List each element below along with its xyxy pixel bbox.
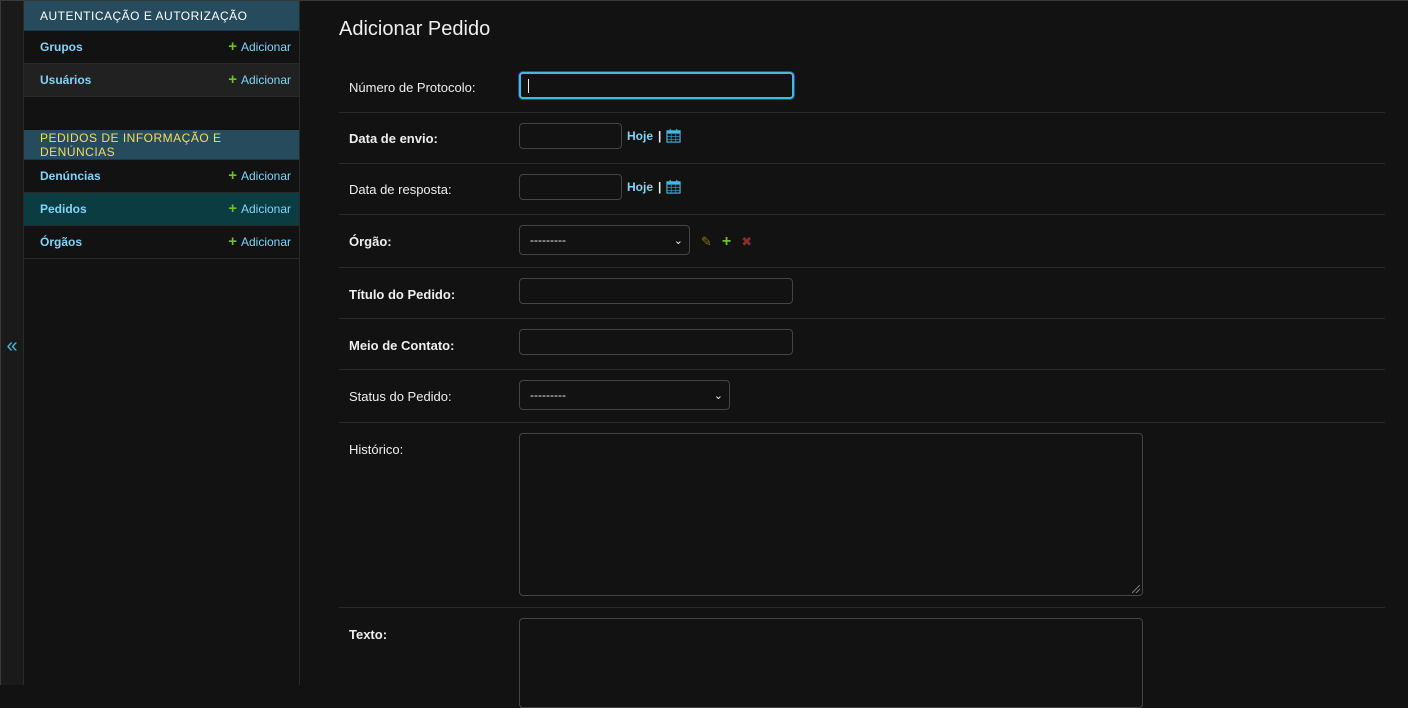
selected-value: ---------	[530, 388, 566, 402]
field-label-orgao: Órgão:	[349, 234, 392, 249]
model-row-pedidos: Pedidos + Adicionar	[24, 193, 299, 226]
page-title: Adicionar Pedido	[339, 18, 491, 40]
separator: |	[658, 179, 662, 194]
related-widget-actions: ✎ + ✖	[701, 234, 752, 250]
edit-pencil-icon[interactable]: ✎	[701, 235, 712, 248]
protocolo-input[interactable]	[519, 72, 794, 99]
form-row-historico: Histórico:	[339, 423, 1385, 608]
nav-sidebar: AUTENTICAÇÃO E AUTORIZAÇÃO Grupos + Adic…	[24, 1, 300, 685]
model-link-orgaos[interactable]: Órgãos	[40, 235, 82, 249]
plus-icon: +	[228, 38, 237, 55]
add-label: Adicionar	[240, 235, 291, 249]
data-envio-input[interactable]	[519, 123, 622, 149]
model-row-grupos: Grupos + Adicionar	[24, 31, 299, 64]
add-label: Adicionar	[240, 40, 291, 54]
separator: |	[658, 128, 662, 143]
today-link[interactable]: Hoje	[627, 129, 653, 143]
plus-icon: +	[228, 233, 237, 250]
module-caption-pedidos[interactable]: PEDIDOS DE INFORMAÇÃO E DENÚNCIAS	[24, 130, 299, 160]
model-row-orgaos: Órgãos + Adicionar	[24, 226, 299, 259]
data-resposta-input[interactable]	[519, 174, 622, 200]
field-label-status: Status do Pedido:	[349, 389, 452, 404]
module-spacer	[24, 97, 299, 130]
add-orgaos-link[interactable]: + Adicionar	[228, 233, 291, 250]
add-label: Adicionar	[240, 169, 291, 183]
orgao-select[interactable]: --------- ⌄	[519, 225, 690, 255]
form-row-status: Status do Pedido: --------- ⌄	[339, 370, 1385, 423]
text-caret	[528, 79, 529, 93]
chevron-down-icon: ⌄	[673, 234, 683, 247]
model-link-pedidos[interactable]: Pedidos	[40, 202, 87, 216]
module-caption-auth[interactable]: AUTENTICAÇÃO E AUTORIZAÇÃO	[24, 1, 299, 31]
add-related-plus-icon[interactable]: +	[722, 234, 731, 250]
chevron-down-icon: ⌄	[713, 389, 723, 402]
today-link[interactable]: Hoje	[627, 180, 653, 194]
form-row-data-envio: Data de envio: Hoje |	[339, 113, 1385, 164]
historico-textarea[interactable]	[519, 433, 1143, 596]
titulo-input[interactable]	[519, 278, 793, 304]
calendar-icon[interactable]	[666, 179, 681, 194]
meio-contato-input[interactable]	[519, 329, 793, 355]
add-grupos-link[interactable]: + Adicionar	[228, 38, 291, 55]
add-usuarios-link[interactable]: + Adicionar	[228, 71, 291, 88]
field-label-titulo: Título do Pedido:	[349, 287, 456, 302]
plus-icon: +	[228, 71, 237, 88]
form-row-protocolo: Número de Protocolo:	[339, 61, 1385, 113]
calendar-icon[interactable]	[666, 128, 681, 143]
collapse-sidebar-toggle[interactable]: «	[1, 334, 23, 358]
status-select[interactable]: --------- ⌄	[519, 380, 730, 410]
form-row-titulo: Título do Pedido:	[339, 268, 1385, 319]
model-row-usuarios: Usuários + Adicionar	[24, 64, 299, 97]
field-label-meio-contato: Meio de Contato:	[349, 338, 455, 353]
selected-value: ---------	[530, 233, 566, 247]
plus-icon: +	[228, 167, 237, 184]
model-link-grupos[interactable]: Grupos	[40, 40, 83, 54]
form-row-meio-contato: Meio de Contato:	[339, 319, 1385, 370]
plus-icon: +	[228, 200, 237, 217]
model-link-usuarios[interactable]: Usuários	[40, 73, 91, 87]
field-label-historico: Histórico:	[349, 442, 404, 457]
field-label-data-resposta: Data de resposta:	[349, 182, 452, 197]
date-shortcuts-resposta: Hoje |	[627, 179, 681, 194]
field-label-protocolo: Número de Protocolo:	[349, 80, 476, 95]
model-row-denuncias: Denúncias + Adicionar	[24, 160, 299, 193]
form-row-data-resposta: Data de resposta: Hoje |	[339, 164, 1385, 215]
nav-sidebar-toggle-strip: «	[1, 1, 24, 685]
add-denuncias-link[interactable]: + Adicionar	[228, 167, 291, 184]
resize-handle-icon[interactable]	[1132, 585, 1140, 593]
field-label-data-envio: Data de envio:	[349, 131, 438, 146]
form-row-orgao: Órgão: --------- ⌄ ✎ + ✖	[339, 215, 1385, 268]
add-label: Adicionar	[240, 73, 291, 87]
date-shortcuts-envio: Hoje |	[627, 128, 681, 143]
main-content: Adicionar Pedido Número de Protocolo: Da…	[339, 1, 1385, 708]
add-label: Adicionar	[240, 202, 291, 216]
add-pedidos-link[interactable]: + Adicionar	[228, 200, 291, 217]
field-label-texto: Texto:	[349, 627, 388, 642]
model-link-denuncias[interactable]: Denúncias	[40, 169, 101, 183]
texto-textarea[interactable]	[519, 618, 1143, 708]
delete-x-icon[interactable]: ✖	[741, 235, 752, 248]
